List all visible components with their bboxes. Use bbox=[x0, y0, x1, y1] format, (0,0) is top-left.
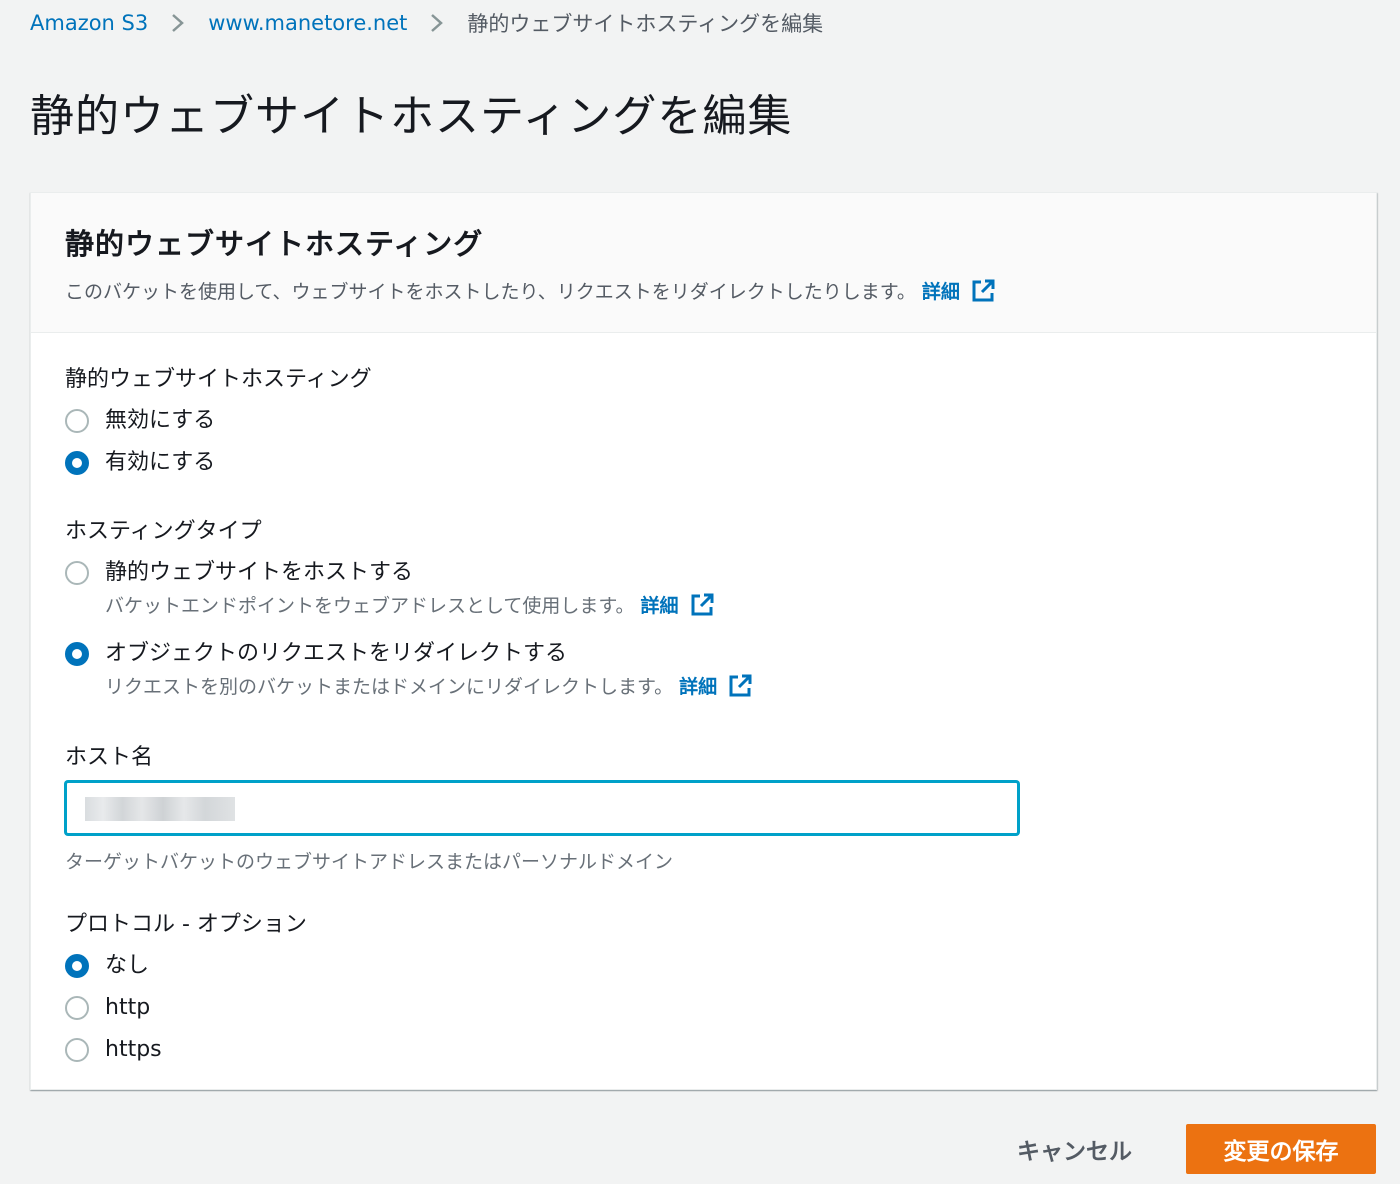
chevron-right-icon bbox=[421, 11, 453, 35]
radio-label: 静的ウェブサイトをホストする bbox=[105, 560, 414, 585]
breadcrumb-item-bucket[interactable]: www.manetore.net bbox=[208, 11, 407, 35]
radio-description: リクエストを別のバケットまたはドメインにリダイレクトします。 詳細 bbox=[105, 672, 753, 699]
radio-label: 無効にする bbox=[105, 408, 216, 433]
radio-disable[interactable]: 無効にする bbox=[65, 405, 1342, 437]
radio-button[interactable] bbox=[65, 996, 89, 1020]
radio-button-selected[interactable] bbox=[65, 451, 89, 475]
radio-label: なし bbox=[105, 953, 150, 978]
page-title: 静的ウェブサイトホスティングを編集 bbox=[30, 91, 793, 142]
radio-button-selected[interactable] bbox=[65, 642, 89, 666]
radio-label: 有効にする bbox=[105, 450, 216, 475]
radio-button[interactable] bbox=[65, 409, 89, 433]
breadcrumb-item-current: 静的ウェブサイトホスティングを編集 bbox=[467, 12, 824, 36]
radio-protocol-none[interactable]: なし bbox=[65, 950, 1342, 982]
radio-label: http bbox=[105, 995, 151, 1020]
host-name-label: ホスト名 bbox=[65, 745, 154, 770]
panel-description: このバケットを使用して、ウェブサイトをホストしたり、リクエストをリダイレクトした… bbox=[65, 277, 1342, 304]
radio-label: https bbox=[105, 1037, 162, 1062]
host-name-input[interactable] bbox=[65, 781, 1019, 835]
external-link-icon[interactable] bbox=[689, 592, 715, 618]
radio-description-text: バケットエンドポイントをウェブアドレスとして使用します。 bbox=[105, 595, 635, 617]
protocol-field: プロトコル - オプション なし http https bbox=[65, 906, 1342, 1066]
radio-button[interactable] bbox=[65, 561, 89, 585]
external-link-icon[interactable] bbox=[727, 673, 753, 699]
save-changes-button[interactable]: 変更の保存 bbox=[1186, 1124, 1376, 1174]
panel-body: 静的ウェブサイトホスティング 無効にする 有効にする ホスティングタイプ 静的ウ… bbox=[31, 333, 1376, 1066]
radio-redirect-requests[interactable]: オブジェクトのリクエストをリダイレクトする リクエストを別のバケットまたはドメイ… bbox=[65, 638, 1342, 699]
info-link[interactable]: 詳細 bbox=[922, 277, 960, 304]
breadcrumb: Amazon S3 www.manetore.net 静的ウェブサイトホスティン… bbox=[30, 8, 823, 38]
radio-protocol-https[interactable]: https bbox=[65, 1034, 1342, 1066]
host-name-field: ホスト名 ターゲットバケットのウェブサイトアドレスまたはパーソナルドメイン bbox=[65, 739, 1342, 874]
radio-description-text: リクエストを別のバケットまたはドメインにリダイレクトします。 bbox=[105, 676, 674, 698]
cancel-button[interactable]: キャンセル bbox=[997, 1124, 1152, 1174]
external-link-icon[interactable] bbox=[970, 278, 996, 304]
hosting-label: 静的ウェブサイトホスティング bbox=[65, 367, 372, 392]
info-link[interactable]: 詳細 bbox=[679, 672, 717, 699]
static-website-hosting-panel: 静的ウェブサイトホスティング このバケットを使用して、ウェブサイトをホストしたり… bbox=[30, 192, 1377, 1090]
chevron-right-icon bbox=[162, 11, 194, 35]
form-actions: キャンセル 変更の保存 bbox=[997, 1124, 1376, 1174]
protocol-label: プロトコル - オプション bbox=[65, 912, 307, 937]
radio-enable[interactable]: 有効にする bbox=[65, 447, 1342, 479]
radio-description: バケットエンドポイントをウェブアドレスとして使用します。 詳細 bbox=[105, 591, 715, 618]
hosting-type-label: ホスティングタイプ bbox=[65, 519, 262, 544]
panel-description-text: このバケットを使用して、ウェブサイトをホストしたり、リクエストをリダイレクトした… bbox=[65, 281, 916, 303]
hosting-type-field: ホスティングタイプ 静的ウェブサイトをホストする バケットエンドポイントをウェブ… bbox=[65, 513, 1342, 699]
blurred-value bbox=[85, 797, 235, 821]
radio-button-selected[interactable] bbox=[65, 954, 89, 978]
info-link[interactable]: 詳細 bbox=[641, 591, 679, 618]
radio-label: オブジェクトのリクエストをリダイレクトする bbox=[105, 641, 568, 666]
hosting-field: 静的ウェブサイトホスティング 無効にする 有効にする bbox=[65, 361, 1342, 479]
radio-host-static-website[interactable]: 静的ウェブサイトをホストする バケットエンドポイントをウェブアドレスとして使用し… bbox=[65, 557, 1342, 618]
radio-protocol-http[interactable]: http bbox=[65, 992, 1342, 1024]
radio-button[interactable] bbox=[65, 1038, 89, 1062]
host-name-constraint: ターゲットバケットのウェブサイトアドレスまたはパーソナルドメイン bbox=[65, 851, 674, 873]
panel-title: 静的ウェブサイトホスティング bbox=[65, 227, 484, 261]
breadcrumb-item-amazon-s3[interactable]: Amazon S3 bbox=[30, 11, 148, 35]
panel-header: 静的ウェブサイトホスティング このバケットを使用して、ウェブサイトをホストしたり… bbox=[31, 193, 1376, 333]
